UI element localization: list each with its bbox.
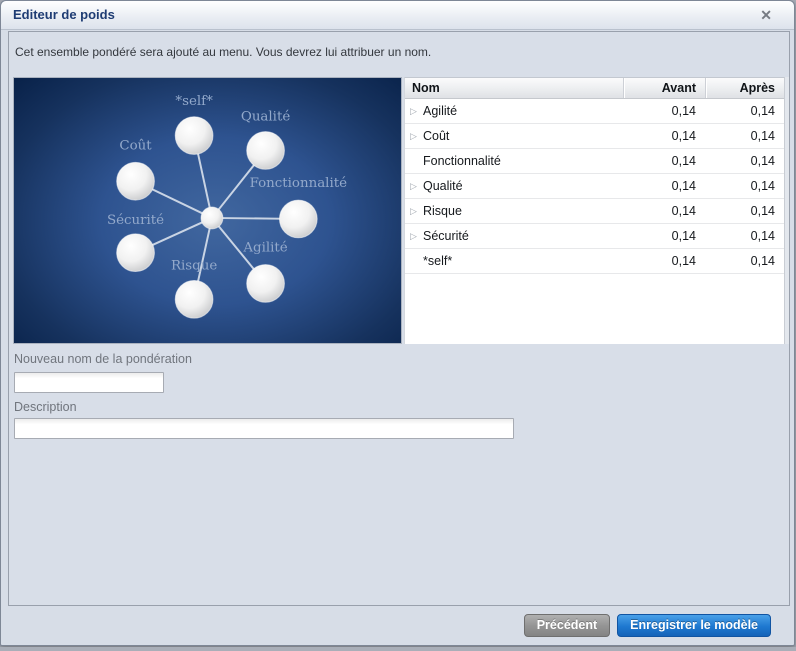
table-scrollbar-track[interactable] [784, 77, 789, 344]
table-row[interactable]: ▷ Sécurité 0,14 0,14 [405, 224, 784, 249]
info-message: Cet ensemble pondéré sera ajouté au menu… [15, 45, 432, 59]
graph-node[interactable] [278, 199, 318, 239]
graph-node[interactable] [246, 131, 285, 170]
row-name: Qualité [423, 179, 463, 193]
table-row[interactable]: ▷ Agilité 0,14 0,14 [405, 99, 784, 124]
row-avant-value: 0,14 [671, 204, 696, 218]
expand-triangle-icon[interactable]: ▷ [410, 106, 423, 117]
weights-table: Nom Avant Après ▷ Agilité 0,14 0,14 ▷ Coût 0,1… [404, 77, 784, 344]
row-avant-value: 0,14 [671, 229, 696, 243]
row-avant-value: 0,14 [671, 254, 696, 268]
graph-node[interactable] [174, 116, 214, 155]
dialog-title: Editeur de poids [13, 7, 115, 22]
graph-node[interactable] [174, 279, 214, 319]
expand-triangle-icon[interactable]: ▷ [410, 231, 423, 242]
row-name: *self* [423, 254, 453, 268]
row-avant-value: 0,14 [671, 179, 696, 193]
graph-node[interactable] [116, 233, 155, 273]
row-avant-value: 0,14 [671, 104, 696, 118]
column-header-nom[interactable]: Nom [405, 78, 623, 98]
graph-node-label: Risque [171, 259, 217, 274]
row-apres-value: 0,14 [750, 104, 775, 118]
row-apres-value: 0,14 [750, 129, 775, 143]
table-row[interactable]: ▷ Risque 0,14 0,14 [405, 199, 784, 224]
graph-node[interactable] [246, 264, 285, 303]
close-icon[interactable]: ✕ [760, 6, 772, 24]
expand-triangle-icon[interactable]: ▷ [410, 206, 423, 217]
table-row[interactable]: ▷ Qualité 0,14 0,14 [405, 174, 784, 199]
row-apres-value: 0,14 [750, 204, 775, 218]
row-avant-value: 0,14 [671, 129, 696, 143]
graph-node-label: Agilité [242, 241, 287, 256]
table-row[interactable]: ▷ Coût 0,14 0,14 [405, 124, 784, 149]
new-name-label: Nouveau nom de la pondération [14, 352, 192, 366]
weights-graph-svg: *self* Qualité Coût Fonctionnalité Sécurité R… [107, 94, 348, 319]
previous-button[interactable]: Précédent [523, 613, 611, 637]
graph-node-label: Sécurité [107, 213, 164, 228]
row-apres-value: 0,14 [750, 154, 775, 168]
graph-center-node[interactable] [200, 206, 224, 230]
column-header-apres[interactable]: Après [705, 78, 784, 98]
row-apres-value: 0,14 [750, 229, 775, 243]
dialog-titlebar[interactable]: Editeur de poids ✕ [1, 1, 794, 30]
description-label: Description [14, 400, 77, 414]
graph-node-label: Qualité [241, 110, 290, 125]
row-name: Fonctionnalité [423, 154, 501, 168]
table-row[interactable]: Fonctionnalité 0,14 0,14 [405, 149, 784, 174]
weight-editor-dialog: Editeur de poids ✕ Cet ensemble pondéré … [0, 0, 795, 646]
description-input[interactable] [14, 418, 514, 439]
row-name: Agilité [423, 104, 458, 118]
weights-graph: *self* Qualité Coût Fonctionnalité Sécurité R… [13, 77, 402, 344]
expand-triangle-icon[interactable]: ▷ [410, 181, 423, 192]
save-model-button[interactable]: Enregistrer le modèle [617, 613, 771, 637]
row-name: Coût [423, 129, 450, 143]
graph-node-label: *self* [175, 94, 213, 109]
graph-node-label: Coût [119, 138, 152, 153]
row-apres-value: 0,14 [750, 254, 775, 268]
graph-node[interactable] [116, 161, 155, 201]
graph-node-label: Fonctionnalité [250, 176, 348, 191]
row-apres-value: 0,14 [750, 179, 775, 193]
page-background-strip [0, 647, 796, 651]
row-name: Risque [423, 204, 462, 218]
new-name-input[interactable] [14, 372, 164, 393]
row-name: Sécurité [423, 229, 469, 243]
row-avant-value: 0,14 [671, 154, 696, 168]
dialog-footer: Précédent Enregistrer le modèle [1, 605, 794, 645]
dialog-content-panel: Cet ensemble pondéré sera ajouté au menu… [8, 31, 790, 606]
weights-table-body: ▷ Agilité 0,14 0,14 ▷ Coût 0,14 0,14 Fonctionnal… [405, 99, 784, 274]
column-header-avant[interactable]: Avant [623, 78, 705, 98]
weights-table-header: Nom Avant Après [405, 78, 784, 99]
table-row[interactable]: *self* 0,14 0,14 [405, 249, 784, 274]
expand-triangle-icon[interactable]: ▷ [410, 131, 423, 142]
